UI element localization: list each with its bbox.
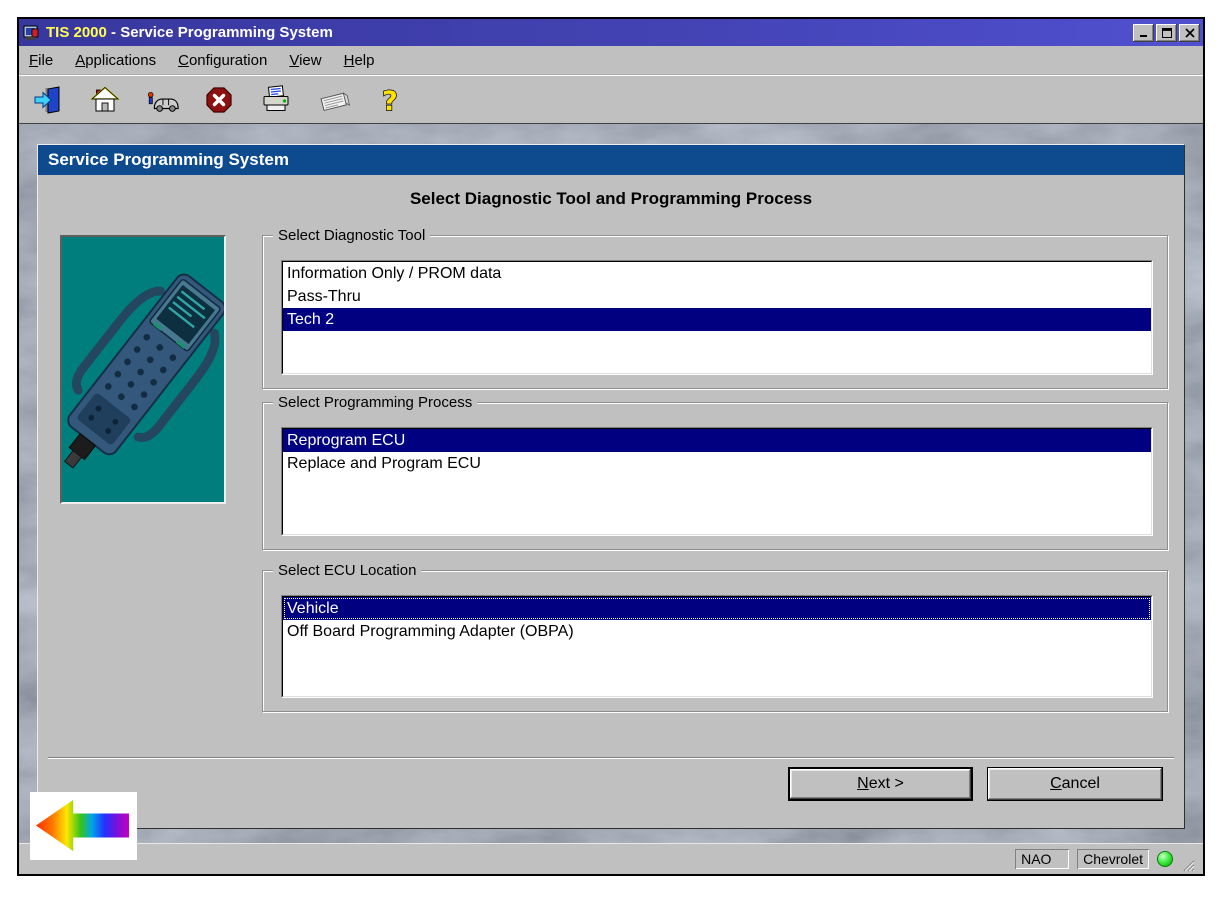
list-item[interactable]: Replace and Program ECU	[283, 452, 1151, 475]
home-icon	[89, 85, 121, 111]
toolbar-stop-button[interactable]	[202, 83, 236, 117]
vehicle-select-icon	[147, 91, 179, 112]
toolbar: ?	[19, 75, 1203, 124]
list-item[interactable]: Pass-Thru	[283, 285, 1151, 308]
ecu-location-listbox[interactable]: Vehicle Off Board Programming Adapter (OB…	[281, 595, 1153, 698]
print-icon	[263, 84, 289, 111]
maximize-button[interactable]	[1156, 23, 1177, 42]
status-brand: Chevrolet	[1077, 849, 1149, 869]
stop-icon	[206, 86, 232, 113]
list-item[interactable]: Off Board Programming Adapter (OBPA)	[283, 620, 1151, 643]
menu-item-applications[interactable]: Applications	[75, 52, 156, 69]
menu-item-view[interactable]: View	[289, 52, 321, 69]
rainbow-arrow-icon	[36, 799, 129, 852]
tech2-scan-tool-image	[63, 273, 224, 469]
window-titlebar: TIS 2000 - Service Programming System	[19, 19, 1203, 46]
help-icon: ?	[381, 85, 398, 116]
page-title: Select Diagnostic Tool and Programming P…	[409, 189, 813, 208]
sps-panel: Service Programming System Select Diagno…	[37, 144, 1185, 829]
group-label: Select ECU Location	[273, 562, 422, 579]
svg-text:?: ?	[382, 86, 398, 116]
group-label: Select Diagnostic Tool	[273, 227, 431, 244]
main-area: Service Programming System Select Diagno…	[19, 124, 1203, 843]
status-region: NAO	[1015, 849, 1069, 869]
cancel-button[interactable]: Cancel	[987, 767, 1163, 801]
tech2-image-panel	[60, 235, 226, 504]
status-bar: NAO Chevrolet	[19, 843, 1203, 874]
next-button[interactable]: Next >	[788, 767, 973, 801]
online-indicator-icon	[1157, 851, 1173, 867]
menu-bar: File Applications Configuration View Hel…	[19, 46, 1203, 75]
list-item[interactable]: Vehicle	[283, 597, 1151, 620]
group-select-diagnostic-tool: Select Diagnostic Tool Information Only …	[262, 227, 1168, 389]
list-item[interactable]: Tech 2	[283, 308, 1151, 331]
group-label: Select Programming Process	[273, 394, 478, 411]
list-item[interactable]: Information Only / PROM data	[283, 262, 1151, 285]
button-separator	[48, 757, 1174, 758]
toolbar-help-button[interactable]: ?	[373, 83, 407, 117]
maximize-icon	[1161, 27, 1172, 38]
window-title: TIS 2000 - Service Programming System	[46, 24, 333, 41]
toolbar-exit-button[interactable]	[31, 83, 65, 117]
list-item[interactable]: Reprogram ECU	[283, 429, 1151, 452]
back-arrow-button[interactable]	[30, 792, 137, 860]
minimize-icon	[1139, 34, 1147, 37]
menu-item-help[interactable]: Help	[344, 52, 375, 69]
documentation-icon	[320, 91, 350, 111]
panel-title: Service Programming System	[38, 145, 1184, 175]
close-icon	[1184, 27, 1195, 38]
toolbar-print-button[interactable]	[259, 83, 293, 117]
screenshot-canvas: TIS 2000 - Service Programming System Fi…	[0, 0, 1224, 900]
app-icon	[23, 25, 39, 40]
programming-process-listbox[interactable]: Reprogram ECU Replace and Program ECU	[281, 427, 1153, 536]
minimize-button[interactable]	[1133, 23, 1154, 42]
diagnostic-tool-listbox[interactable]: Information Only / PROM data Pass-Thru Tec…	[281, 260, 1153, 375]
resize-grip[interactable]	[1181, 858, 1195, 872]
group-select-ecu-location: Select ECU Location Vehicle Off Board Pro…	[262, 562, 1168, 712]
toolbar-vehicle-button[interactable]	[145, 83, 179, 117]
close-button[interactable]	[1179, 23, 1200, 42]
toolbar-home-button[interactable]	[88, 83, 122, 117]
selection-groups: Select Diagnostic Tool Information Only …	[262, 227, 1168, 712]
exit-icon	[34, 85, 60, 114]
menu-item-configuration[interactable]: Configuration	[178, 52, 267, 69]
menu-item-file[interactable]: File	[29, 52, 53, 69]
group-select-programming-process: Select Programming Process Reprogram ECU…	[262, 394, 1168, 550]
application-window: TIS 2000 - Service Programming System Fi…	[17, 17, 1205, 876]
toolbar-documentation-button[interactable]	[316, 83, 350, 117]
